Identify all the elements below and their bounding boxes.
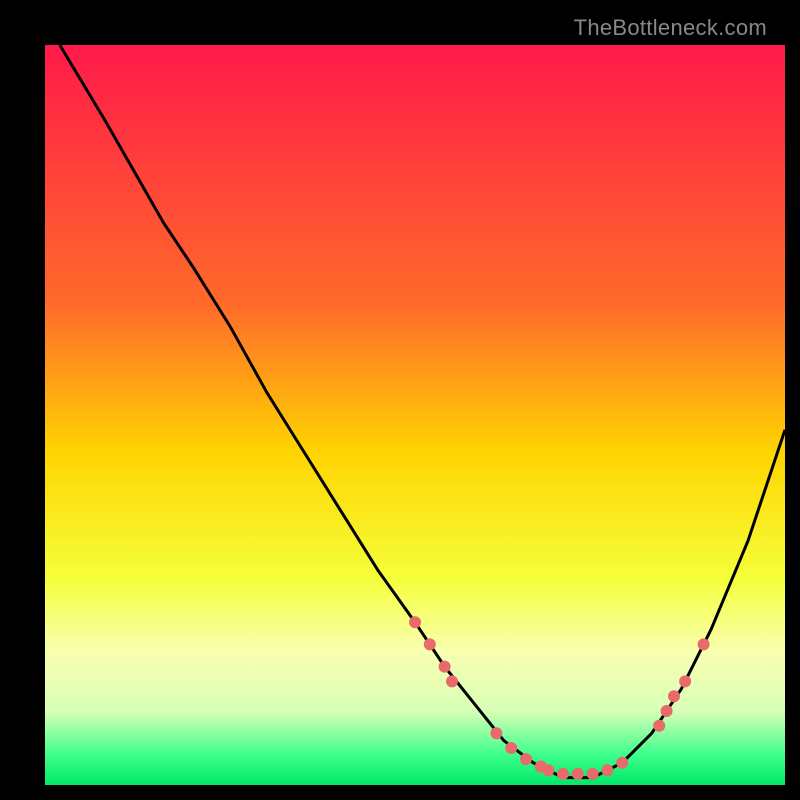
- marker-point: [572, 768, 584, 780]
- marker-point: [446, 675, 458, 687]
- attribution-text: TheBottleneck.com: [574, 15, 767, 41]
- marker-point: [698, 638, 710, 650]
- gradient-background: [45, 45, 785, 785]
- marker-point: [653, 720, 665, 732]
- marker-point: [520, 753, 532, 765]
- marker-point: [661, 705, 673, 717]
- marker-point: [557, 768, 569, 780]
- marker-point: [601, 764, 613, 776]
- plot-area: [45, 45, 785, 785]
- marker-point: [409, 616, 421, 628]
- marker-point: [505, 742, 517, 754]
- marker-point: [587, 768, 599, 780]
- marker-point: [424, 638, 436, 650]
- marker-point: [679, 675, 691, 687]
- chart-frame: TheBottleneck.com: [15, 15, 785, 785]
- marker-point: [490, 727, 502, 739]
- marker-point: [668, 690, 680, 702]
- chart-svg: [45, 45, 785, 785]
- marker-point: [439, 661, 451, 673]
- marker-point: [616, 757, 628, 769]
- marker-point: [542, 764, 554, 776]
